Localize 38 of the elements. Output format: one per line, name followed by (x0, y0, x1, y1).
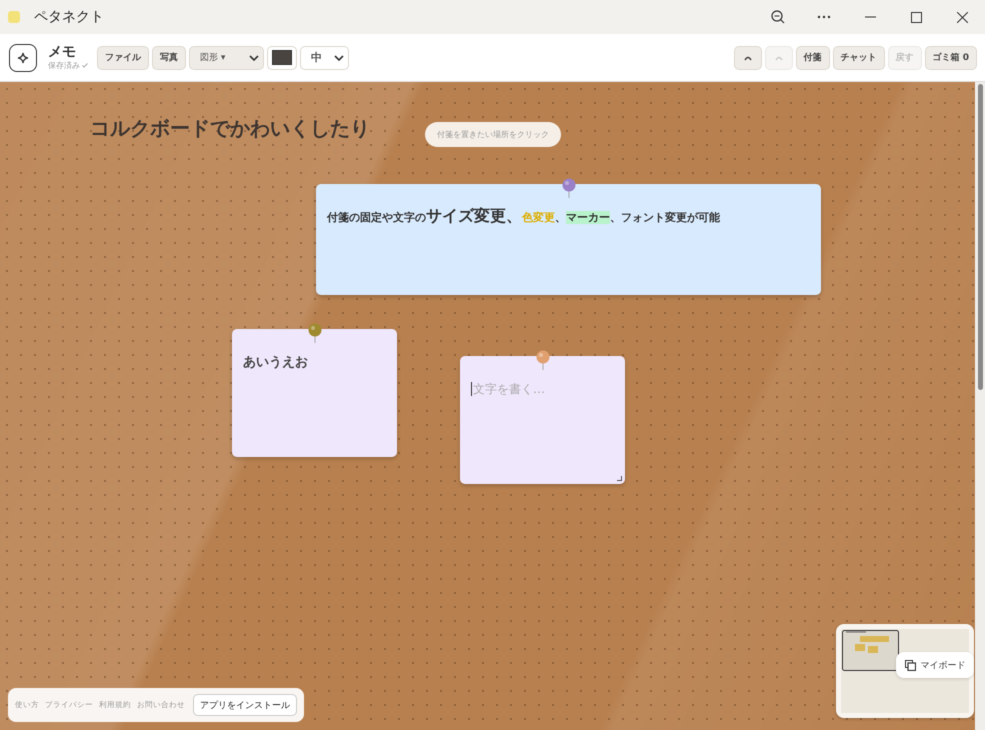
app-icon (8, 11, 20, 23)
window-title: ペタネクト (34, 8, 105, 26)
pushpin-icon (308, 323, 322, 343)
more-icon (817, 15, 831, 19)
maximize-icon (910, 12, 922, 22)
note-text: 付箋の固定や文字のサイズ変更、色変更、マーカー、フォント変更が可能 (327, 206, 721, 227)
check-icon (82, 63, 88, 68)
zoom-out-icon (771, 10, 785, 24)
pushpin-icon (536, 350, 550, 370)
sticky-note[interactable]: あいうえお (232, 329, 397, 457)
pushpin-icon (562, 178, 576, 198)
toolbar-button[interactable]: チャット (832, 46, 885, 70)
hint-pill: 付箋を置きたい場所をクリック (425, 122, 561, 147)
color-picker[interactable] (267, 46, 297, 70)
my-board-button[interactable]: マイボード (896, 652, 974, 678)
minimize-icon (864, 16, 876, 18)
note-input-field[interactable]: 文字を書く… (471, 382, 613, 396)
toolbar-button[interactable]: 写真 (152, 46, 186, 70)
sparkle-button[interactable] (9, 44, 37, 72)
chevron-down-icon (249, 54, 259, 60)
app-name: メモ (48, 44, 77, 60)
install-button[interactable]: アプリをインストール (193, 694, 297, 716)
chevron-down-icon (334, 54, 344, 60)
toolbar-button[interactable]: 付箋 (796, 46, 830, 70)
close-icon (956, 12, 968, 22)
sticky-note[interactable]: 文字を書く… (460, 356, 625, 484)
copy-icon (904, 660, 916, 670)
note-text: あいうえお (243, 354, 309, 372)
board-heading: コルクボードでかわいくしたり (90, 115, 370, 142)
toolbar-button[interactable]: ゴミ箱 0 (924, 46, 977, 70)
size-select[interactable]: 中 (300, 46, 349, 70)
shape-select[interactable]: 図形 ▾ (189, 46, 264, 70)
sticky-note[interactable]: 付箋の固定や文字のサイズ変更、色変更、マーカー、フォント変更が可能 (316, 184, 821, 295)
minimap-viewport[interactable] (842, 630, 899, 671)
toolbar-button[interactable]: ファイル (97, 46, 149, 70)
sparkle-icon (17, 52, 29, 64)
save-status: 保存済み (48, 60, 80, 71)
resize-handle-icon[interactable] (617, 476, 622, 481)
